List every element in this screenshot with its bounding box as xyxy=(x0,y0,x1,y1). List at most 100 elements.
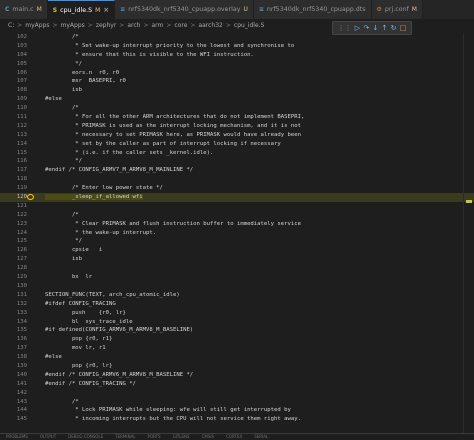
line-number[interactable]: 112 xyxy=(0,122,27,131)
line-number[interactable]: 136 xyxy=(0,335,27,344)
breakpoint-gutter[interactable] xyxy=(27,131,36,140)
breakpoint-gutter[interactable] xyxy=(27,291,36,300)
line-number[interactable]: 131 xyxy=(0,291,27,300)
breakpoint-gutter[interactable] xyxy=(27,371,36,380)
code-text[interactable]: _sleep_if_allowed wfi xyxy=(36,193,143,202)
code-text[interactable]: msr BASEPRI, r0 xyxy=(36,77,126,86)
breakpoint-gutter[interactable] xyxy=(27,193,36,202)
breakpoint-gutter[interactable] xyxy=(27,69,36,78)
line-number[interactable]: 114 xyxy=(0,140,27,149)
code-text[interactable]: cpsie i xyxy=(36,246,102,255)
close-icon[interactable]: × xyxy=(103,6,109,14)
breakpoint-gutter[interactable] xyxy=(27,246,36,255)
line-number[interactable]: 142 xyxy=(0,389,27,398)
panel-tab[interactable]: PROBLEMS xyxy=(6,434,28,440)
code-text[interactable]: * necessary to set PRIMASK here, as PRIM… xyxy=(36,131,301,140)
breakpoint-gutter[interactable] xyxy=(27,211,36,220)
breakpoint-gutter[interactable] xyxy=(27,282,36,291)
line-number[interactable]: 121 xyxy=(0,202,27,211)
panel-tab[interactable]: PORTS xyxy=(148,434,161,440)
breakpoint-gutter[interactable] xyxy=(27,389,36,398)
code-text[interactable]: /* xyxy=(36,104,79,113)
panel-tab[interactable]: OUTPUT xyxy=(40,434,56,440)
breadcrumb-item[interactable]: zephyr xyxy=(96,22,116,29)
breakpoint-gutter[interactable] xyxy=(27,33,36,42)
breakpoint-gutter[interactable] xyxy=(27,353,36,362)
line-number[interactable]: 104 xyxy=(0,51,27,60)
breakpoint-gutter[interactable] xyxy=(27,255,36,264)
line-number[interactable]: 137 xyxy=(0,344,27,353)
code-text[interactable]: /* xyxy=(36,211,79,220)
line-number[interactable]: 120 xyxy=(0,193,27,202)
continue-icon[interactable]: ▷ xyxy=(355,24,360,32)
breakpoint-gutter[interactable] xyxy=(27,398,36,407)
code-text[interactable]: * incoming interrupts but the CPU will n… xyxy=(36,415,301,424)
code-text[interactable]: /* Enter low power state */ xyxy=(36,184,163,193)
line-number[interactable]: 118 xyxy=(0,175,27,184)
code-text[interactable]: #endif /* CONFIG_ARMV6_M_ARMV8_M_BASELIN… xyxy=(36,371,193,380)
line-number[interactable]: 134 xyxy=(0,318,27,327)
tab-1[interactable]: Scpu_idle.S M × xyxy=(47,0,116,19)
line-number[interactable]: 113 xyxy=(0,131,27,140)
breakpoint-gutter[interactable] xyxy=(27,264,36,273)
panel-tab[interactable]: CORTEX xyxy=(226,434,242,440)
line-number[interactable]: 144 xyxy=(0,406,27,415)
breadcrumb-item[interactable]: core xyxy=(174,22,187,29)
code-editor[interactable]: 102 /* 103 * Set wake-up interrupt priori… xyxy=(0,33,474,433)
line-number[interactable]: 140 xyxy=(0,371,27,380)
line-number[interactable]: 133 xyxy=(0,309,27,318)
panel-tab[interactable]: SERIAL xyxy=(254,434,268,440)
line-number[interactable]: 130 xyxy=(0,282,27,291)
code-text[interactable]: /* xyxy=(36,33,79,42)
breakpoint-gutter[interactable] xyxy=(27,326,36,335)
code-text[interactable]: isb xyxy=(36,86,82,95)
breakpoint-gutter[interactable] xyxy=(27,229,36,238)
line-number[interactable]: 105 xyxy=(0,60,27,69)
breakpoint-gutter[interactable] xyxy=(27,122,36,131)
line-number[interactable]: 138 xyxy=(0,353,27,362)
code-text[interactable]: pop {r0, r1} xyxy=(36,335,112,344)
line-number[interactable]: 119 xyxy=(0,184,27,193)
code-text[interactable]: */ xyxy=(36,237,82,246)
line-number[interactable]: 139 xyxy=(0,362,27,371)
breakpoint-gutter[interactable] xyxy=(27,166,36,175)
code-text[interactable]: #if defined(CONFIG_ARMV6_M_ARMV8_M_BASEL… xyxy=(36,326,193,335)
code-text[interactable]: #endif /* CONFIG_TRACING */ xyxy=(36,380,136,389)
panel-tab[interactable]: GITLENS xyxy=(173,434,190,440)
breakpoint-gutter[interactable] xyxy=(27,406,36,415)
tab-4[interactable]: ⚙ prj.conf M xyxy=(371,0,423,19)
line-number[interactable]: 110 xyxy=(0,104,27,113)
line-number[interactable]: 106 xyxy=(0,69,27,78)
breadcrumb-item[interactable]: C: xyxy=(8,22,14,29)
breakpoint-gutter[interactable] xyxy=(27,318,36,327)
code-text[interactable]: mov lr, r1 xyxy=(36,344,106,353)
breadcrumb-item[interactable]: arm xyxy=(151,22,163,29)
code-text[interactable]: * (i.e. if the caller sets _kernel.idle)… xyxy=(36,149,213,158)
breakpoint-gutter[interactable] xyxy=(27,104,36,113)
scrollbar-current-line-marker[interactable] xyxy=(466,200,472,203)
breakpoint-gutter[interactable] xyxy=(27,51,36,60)
breakpoint-gutter[interactable] xyxy=(27,273,36,282)
code-text[interactable]: * set by the caller as part of interrupt… xyxy=(36,140,280,149)
breakpoint-gutter[interactable] xyxy=(27,415,36,424)
code-text[interactable] xyxy=(36,264,45,273)
line-number[interactable]: 116 xyxy=(0,157,27,166)
breakpoint-gutter[interactable] xyxy=(27,42,36,51)
code-text[interactable] xyxy=(36,389,45,398)
code-text[interactable]: push {r0, lr} xyxy=(36,309,126,318)
code-text[interactable]: #ifdef CONFIG_TRACING xyxy=(36,300,116,309)
breadcrumb-item[interactable]: myApps xyxy=(25,22,49,29)
code-text[interactable] xyxy=(36,175,45,184)
code-text[interactable]: #else xyxy=(36,95,62,104)
line-number[interactable]: 135 xyxy=(0,326,27,335)
line-number[interactable]: 107 xyxy=(0,77,27,86)
line-number[interactable]: 145 xyxy=(0,415,27,424)
line-number[interactable]: 123 xyxy=(0,220,27,229)
code-text[interactable]: * For all the other ARM architectures th… xyxy=(36,113,304,122)
line-number[interactable]: 122 xyxy=(0,211,27,220)
breadcrumb-item[interactable]: myApps xyxy=(61,22,85,29)
panel-tab[interactable]: CMSIS xyxy=(202,434,215,440)
code-text[interactable]: */ xyxy=(36,157,82,166)
breakpoint-gutter[interactable] xyxy=(27,157,36,166)
restart-icon[interactable]: ↻ xyxy=(391,24,397,32)
